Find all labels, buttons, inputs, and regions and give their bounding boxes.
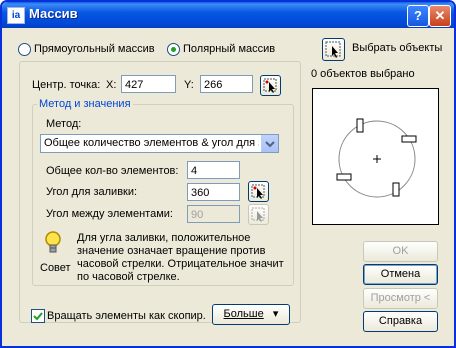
pick-point-icon [263, 78, 277, 93]
method-select[interactable]: Общее количество элементов & угол для за… [40, 134, 279, 153]
checkmark-icon [33, 312, 43, 321]
array-dialog: ia Массив ? ✕ Прямоугольный массив Поляр… [0, 0, 456, 348]
select-cursor-icon [325, 41, 341, 58]
help-button[interactable]: Справка [363, 311, 438, 332]
help-title-button[interactable]: ? [407, 5, 429, 27]
pick-fill-angle-button[interactable] [248, 181, 269, 202]
cancel-button[interactable]: Отмена [363, 264, 438, 285]
tip-label: Совет [40, 262, 71, 274]
select-objects-button[interactable] [322, 38, 345, 61]
polar-label[interactable]: Полярный массив [183, 43, 275, 55]
chevron-down-icon[interactable] [261, 135, 278, 152]
preview-pane [312, 88, 439, 225]
between-angle-label: Угол между элементами: [46, 208, 173, 220]
center-label: Центр. точка: [32, 79, 101, 91]
more-button-label: Больше [223, 308, 264, 320]
selected-count: 0 объектов выбрано [311, 68, 415, 80]
center-y-label: Y: [184, 79, 194, 91]
title-bar[interactable]: ia Массив ? ✕ [2, 2, 454, 28]
between-angle-input: 90 [187, 205, 240, 223]
pick-between-angle-button [248, 204, 269, 225]
lightbulb-icon [45, 231, 61, 253]
center-x-label: X: [106, 79, 117, 91]
pick-angle-icon [251, 207, 265, 222]
pick-angle-icon [251, 184, 265, 199]
center-x-input[interactable]: 427 [121, 75, 176, 93]
polar-radio[interactable] [167, 43, 180, 56]
pick-center-button[interactable] [260, 75, 281, 96]
method-select-value: Общее количество элементов & угол для за… [44, 137, 259, 149]
window-title: Массив [29, 6, 78, 21]
total-items-label: Общее кол-во элементов: [46, 165, 179, 177]
more-button[interactable]: Больше ▾ [212, 304, 290, 325]
fill-angle-label: Угол для заливки: [46, 186, 138, 198]
double-chevron-down-icon: ▾ [266, 308, 279, 320]
method-label: Метод: [46, 118, 82, 130]
app-icon: ia [7, 7, 25, 24]
rotate-checkbox[interactable] [31, 309, 45, 323]
select-objects-label: Выбрать объекты [352, 42, 443, 54]
ok-button: OK [363, 241, 438, 262]
rectangular-radio[interactable] [18, 43, 31, 56]
close-button[interactable]: ✕ [429, 5, 451, 27]
rotate-label[interactable]: Вращать элементы как скопир. [47, 310, 206, 322]
fill-angle-input[interactable]: 360 [187, 183, 240, 201]
rectangular-label[interactable]: Прямоугольный массив [34, 43, 155, 55]
center-y-input[interactable]: 266 [200, 75, 253, 93]
total-items-input[interactable]: 4 [187, 161, 240, 179]
tip-text: Для угла заливки, положительное значение… [77, 232, 284, 283]
preview-button: Просмотр < [363, 288, 438, 309]
preview-drawing [336, 118, 417, 198]
method-group-title: Метод и значения [37, 98, 133, 110]
